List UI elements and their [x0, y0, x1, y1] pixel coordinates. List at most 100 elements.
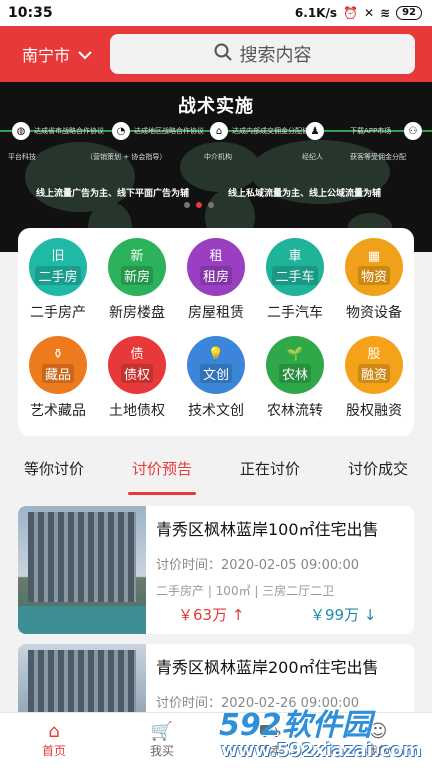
category-tag: 租房: [199, 265, 232, 285]
tab-preview[interactable]: 讨价预告: [127, 458, 197, 495]
category-glyph: ▦: [367, 248, 381, 264]
home-icon: ⌂: [48, 721, 60, 742]
price-rise: ￥63万 ↑: [178, 606, 245, 624]
category-4[interactable]: 車二手车 二手汽车: [255, 238, 335, 322]
banner-node-sub: 获客等受佣金分配: [350, 153, 406, 161]
battery-icon: 92: [396, 6, 422, 20]
category-label: 艺术藏品: [30, 403, 86, 419]
category-9[interactable]: 🌱 农林农林流转: [255, 336, 335, 420]
search-input[interactable]: 搜索内容: [110, 34, 415, 74]
category-label: 股权融资: [346, 403, 402, 419]
alarm-icon: ⏰: [343, 6, 358, 20]
watermark-url: www.592xiazai.com: [221, 740, 422, 761]
category-glyph: 車: [288, 248, 302, 264]
category-1[interactable]: 旧二手房 二手房产: [18, 238, 98, 322]
category-glyph: 💡: [207, 346, 225, 362]
category-tag: 二手车: [272, 265, 318, 285]
listing-card[interactable]: 青秀区枫林蓝岸100㎡住宅出售 讨价时间：2020-02-05 09:00:00…: [18, 506, 414, 634]
mute-icon: ✕: [363, 6, 375, 20]
banner-node-caption: 达成内部成交佣金分配协议: [232, 127, 316, 135]
cart-icon: 🛒: [150, 721, 174, 742]
category-5[interactable]: ▦ 物资物资设备: [334, 238, 414, 322]
carousel-dot[interactable]: [208, 202, 214, 208]
status-time: 10:35: [8, 5, 53, 21]
category-tag: 新房: [120, 265, 153, 285]
category-icon: 债债权: [108, 336, 166, 394]
carousel-dot[interactable]: [184, 202, 190, 208]
category-label: 土地债权: [109, 403, 165, 419]
site-watermark: 592软件园 www.592xiazai.com: [215, 700, 432, 768]
category-label: 技术文创: [188, 403, 244, 419]
category-glyph: 股: [367, 346, 381, 362]
wifi-icon: ≋: [380, 6, 391, 20]
banner-node-caption: 达成省市战略合作协议: [34, 127, 104, 135]
category-icon: 新新房: [108, 238, 166, 296]
auction-tabs: 等你讨价 讨价预告 正在讨价 讨价成交: [0, 450, 432, 495]
category-tag: 藏品: [41, 363, 74, 383]
category-3[interactable]: 租租房 房屋租赁: [176, 238, 256, 322]
category-icon: 股融资: [345, 336, 403, 394]
category-glyph: ⚱: [52, 346, 64, 362]
banner-node-sub: 中介机构: [204, 153, 232, 161]
banner-node-sub: 经纪人: [302, 153, 323, 161]
banner-title: 战术实施: [178, 96, 254, 117]
category-grid: 旧二手房 二手房产新新房 新房楼盘租租房 房屋租赁車二手车 二手汽车 ▦ 物资 物资设备 ⚱ 藏品…: [18, 228, 414, 436]
category-8[interactable]: 💡 文创技术文创: [176, 336, 256, 420]
nav-label: 我买: [149, 744, 174, 758]
network-speed: 6.1K/s: [294, 6, 337, 20]
house-icon: ⌂: [210, 122, 228, 140]
category-glyph: 🌱: [286, 346, 304, 362]
nav-label: 首页: [41, 744, 66, 758]
category-6[interactable]: ⚱ 藏品艺术藏品: [18, 336, 98, 420]
category-icon: 💡 文创: [187, 336, 245, 394]
chart-icon: ◔: [112, 122, 130, 140]
category-icon: 🌱 农林: [266, 336, 324, 394]
category-tag: 农林: [278, 363, 311, 383]
watermark-logo: 592软件园: [219, 708, 372, 743]
promo-banner[interactable]: 战术实施 ◍ 达成省市战略合作协议 平台科技 ◔ 达成地区战略合作协议 （营销策…: [0, 82, 432, 252]
listing-title: 青秀区枫林蓝岸200㎡住宅出售: [156, 658, 379, 677]
listing-thumbnail: [18, 506, 146, 634]
nav-buy[interactable]: 🛒 我买: [122, 722, 202, 759]
category-glyph: 债: [130, 346, 144, 362]
search-placeholder: 搜索内容: [239, 45, 312, 66]
carousel-dot-active[interactable]: [196, 202, 202, 208]
category-label: 物资设备: [346, 305, 402, 321]
banner-slogan-left: 线上流量广告为主、线下平面广告为辅: [36, 189, 190, 199]
category-tag: 物资: [357, 265, 390, 285]
person-icon: ♟: [306, 122, 324, 140]
category-7[interactable]: 债债权 土地债权: [97, 336, 177, 420]
tab-ongoing[interactable]: 正在讨价: [240, 458, 300, 487]
carousel-indicator: [184, 202, 214, 208]
listing-title: 青秀区枫林蓝岸100㎡住宅出售: [156, 520, 379, 539]
city-label: 南宁市: [22, 46, 71, 65]
city-selector[interactable]: 南宁市: [0, 42, 108, 66]
category-10[interactable]: 股融资 股权融资: [334, 336, 414, 420]
banner-node-caption: 达成地区战略合作协议: [134, 127, 204, 135]
category-icon: ⚱ 藏品: [29, 336, 87, 394]
tab-waiting[interactable]: 等你讨价: [24, 458, 84, 487]
chevron-down-icon: [78, 45, 92, 64]
banner-node-sub: （营销策划 + 协会指导）: [86, 153, 167, 161]
listing-time: 讨价时间：2020-02-05 09:00:00: [156, 558, 360, 573]
category-2[interactable]: 新新房 新房楼盘: [97, 238, 177, 322]
category-glyph: 旧: [51, 248, 65, 264]
category-icon: 車二手车: [266, 238, 324, 296]
top-header: 南宁市 搜索内容: [0, 26, 432, 82]
tab-completed[interactable]: 讨价成交: [348, 458, 408, 487]
banner-node-sub: 平台科技: [8, 153, 36, 161]
category-label: 二手房产: [30, 305, 86, 321]
globe-icon: ◍: [12, 122, 30, 140]
category-tag: 二手房: [35, 265, 81, 285]
category-label: 房屋租赁: [188, 305, 244, 321]
status-bar: 10:35 6.1K/s ⏰ ✕ ≋ 92: [0, 0, 432, 26]
category-label: 农林流转: [267, 403, 323, 419]
nav-home[interactable]: ⌂ 首页: [14, 722, 94, 759]
price-fall: ￥99万 ↓: [310, 606, 377, 624]
category-icon: 旧二手房: [29, 238, 87, 296]
category-tag: 债权: [120, 363, 153, 383]
search-icon: [214, 43, 232, 66]
category-tag: 融资: [357, 363, 390, 383]
group-icon: ⚇: [404, 122, 422, 140]
banner-node-caption: 下载APP市场: [350, 127, 392, 135]
